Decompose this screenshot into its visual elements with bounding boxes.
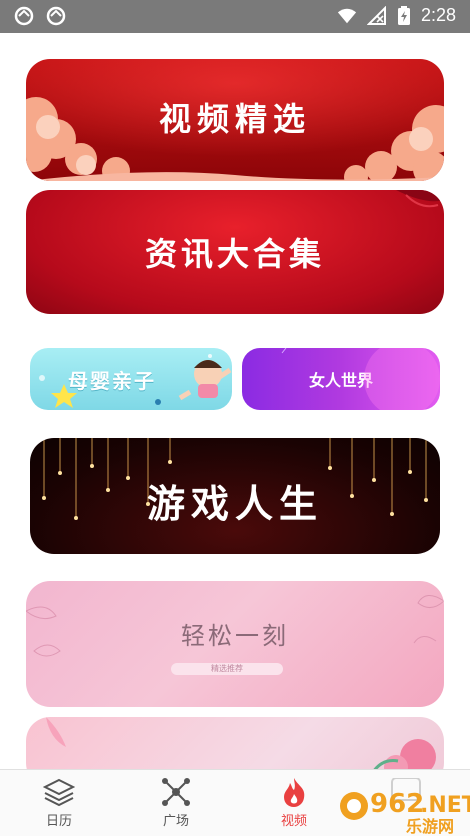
banner-relax[interactable]: 轻松一刻 精选推荐 <box>26 581 444 707</box>
nav-item-square[interactable]: 广场 <box>146 776 206 829</box>
status-bar: 2:28 <box>0 0 470 33</box>
sync-icon <box>14 6 34 26</box>
banner-tag: 精选推荐 <box>171 663 283 675</box>
nav-item-video[interactable]: 视频 <box>264 776 324 829</box>
wifi-icon <box>337 8 357 23</box>
nav-item-calendar[interactable]: 日历 <box>29 776 89 829</box>
nav-label: 广场 <box>162 814 189 829</box>
banner-title: 资讯大合集 <box>144 235 325 273</box>
banner-title: 轻松一刻 <box>181 621 289 650</box>
banner-game-life[interactable]: 游戏人生 <box>30 438 440 554</box>
watermark-logo: 962 .NET 乐游网 <box>340 777 470 836</box>
tile-mother-baby[interactable]: 母婴亲子 <box>30 348 232 410</box>
nav-label: 日历 <box>45 814 72 829</box>
banner-video-select[interactable]: 视频精选 <box>26 59 444 181</box>
glow-decoration <box>281 348 440 410</box>
watermark-label: 乐游网 <box>406 817 454 835</box>
watermark-number: 962 <box>370 789 424 819</box>
nav-label: 视频 <box>280 814 307 829</box>
fire-icon <box>284 778 305 807</box>
banner-partial[interactable] <box>26 717 444 769</box>
battery-charging-icon <box>397 5 410 25</box>
sync-icon <box>46 6 66 26</box>
baby-illustration <box>39 354 232 408</box>
banner-title: 视频精选 <box>158 100 311 138</box>
clock: 2:28 <box>420 5 456 25</box>
layers-icon <box>43 778 75 807</box>
banner-title: 游戏人生 <box>146 481 323 526</box>
site-watermark: 962 .NET 乐游网 <box>336 777 470 836</box>
watermark-suffix: .NET <box>420 793 470 818</box>
content-area: 视频精选 资讯大合集 母婴亲子 女人世界 游戏人生 轻松一刻 精选推荐 <box>0 33 470 769</box>
network-icon <box>162 778 190 806</box>
no-signal-icon <box>366 5 386 25</box>
flower-decoration <box>46 717 436 769</box>
tile-women-world[interactable]: 女人世界 <box>242 348 440 410</box>
banner-news[interactable]: 资讯大合集 <box>26 190 444 314</box>
